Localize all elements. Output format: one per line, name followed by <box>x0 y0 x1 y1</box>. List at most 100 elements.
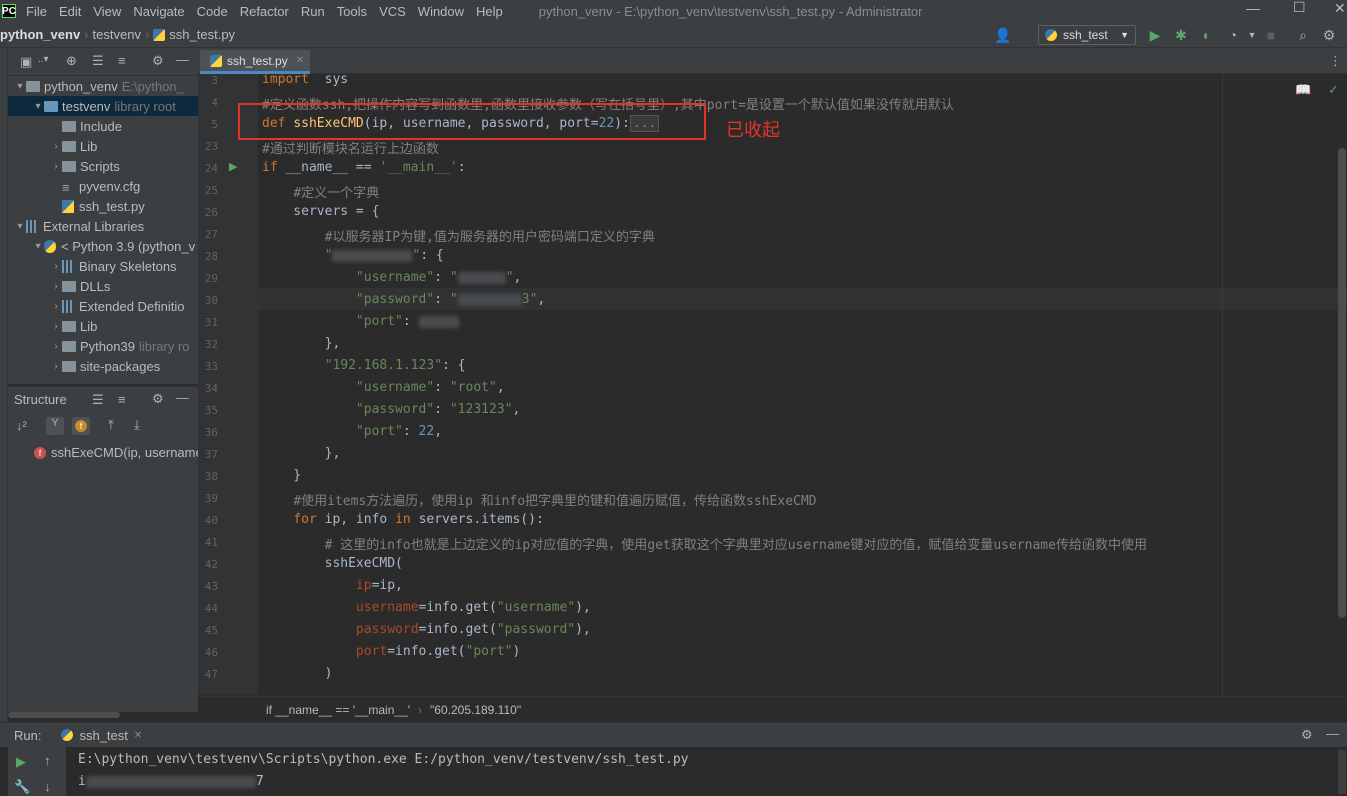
code-line[interactable]: password=info.get("password"), <box>262 622 591 637</box>
chevron-right-icon[interactable]: › <box>50 281 62 292</box>
show-inherited-icon[interactable]: Y <box>46 417 64 435</box>
tree-item[interactable]: ≡ pyvenv.cfg <box>8 176 198 196</box>
code-line[interactable]: }, <box>262 336 341 351</box>
show-fields-icon[interactable]: f <box>72 417 90 435</box>
tree-item[interactable]: ▾ < Python 3.9 (python_v <box>8 236 198 256</box>
tree-item[interactable]: ▾ External Libraries <box>8 216 198 236</box>
run-scrollbar[interactable] <box>1338 750 1346 794</box>
run-icon[interactable]: ▶ <box>1146 26 1164 44</box>
tree-item[interactable]: › Scripts <box>8 156 198 176</box>
code-line[interactable]: sshExeCMD( <box>262 556 403 571</box>
settings-gear-icon[interactable]: ⚙ <box>1320 26 1338 44</box>
code-line[interactable]: "port": <box>262 314 459 329</box>
code-line[interactable]: #通过判断模块名运行上边函数 <box>262 138 439 157</box>
autoscroll-to-source-icon[interactable]: ⤒ <box>108 417 114 433</box>
chevron-right-icon[interactable]: › <box>50 321 62 332</box>
code-line[interactable]: "password": " 3", <box>262 292 545 307</box>
structure-collapse-icon[interactable]: ≡ <box>118 392 126 407</box>
more-tabs-icon[interactable]: ⋮ <box>1329 53 1342 69</box>
menu-item-file[interactable]: File <box>20 4 53 19</box>
code-line[interactable]: } <box>262 468 301 483</box>
menu-item-tools[interactable]: Tools <box>331 4 373 19</box>
menu-item-vcs[interactable]: VCS <box>373 4 412 19</box>
menu-item-run[interactable]: Run <box>295 4 331 19</box>
user-icon[interactable]: 👤 <box>994 26 1012 44</box>
close-run-tab-icon[interactable]: ✕ <box>134 730 142 741</box>
run-gear-icon[interactable]: ⚙ <box>1301 727 1313 743</box>
structure-sort-icon[interactable]: ☰ <box>92 392 104 408</box>
breadcrumb-file[interactable]: ssh_test.py <box>169 27 235 42</box>
tree-item[interactable]: › site-packages <box>8 356 198 376</box>
profile-icon[interactable]: ◔ <box>1224 26 1242 44</box>
code-line[interactable]: #以服务器IP为键,值为服务器的用户密码端口定义的字典 <box>262 226 655 245</box>
debug-icon[interactable]: ✱ <box>1172 26 1190 44</box>
code-breadcrumb-item[interactable]: if __name__ == '__main__' <box>266 703 410 717</box>
code-line[interactable]: "username": "root", <box>262 380 505 395</box>
autoscroll-from-source-icon[interactable]: ⤓ <box>134 417 140 433</box>
structure-item[interactable]: f sshExeCMD(ip, username <box>34 445 203 460</box>
maximize-icon[interactable]: ☐ <box>1293 0 1306 16</box>
scroll-down-icon[interactable]: ↓ <box>44 779 51 794</box>
code-line[interactable]: for ip, info in servers.items(): <box>262 512 543 527</box>
code-line[interactable]: #使用items方法遍历，使用ip 和info把字典里的键和值遍历赋值，传给函数… <box>262 490 816 509</box>
code-line[interactable]: " ": { <box>262 248 444 263</box>
code-line[interactable]: ip=ip, <box>262 578 403 593</box>
tree-item[interactable]: ▾ python_venv E:\python_ <box>8 76 198 96</box>
chevron-down-icon[interactable]: ▾ <box>14 81 26 92</box>
code-line[interactable]: servers = { <box>262 204 379 219</box>
tree-item[interactable]: › Lib <box>8 316 198 336</box>
horizontal-scrollbar[interactable] <box>8 712 120 718</box>
breadcrumb-folder[interactable]: testvenv <box>93 27 141 42</box>
hide-panel-icon[interactable]: — <box>176 52 189 67</box>
code-line[interactable]: import sys <box>262 72 348 87</box>
sort-alpha-icon[interactable]: ↓² <box>16 418 27 433</box>
code-line[interactable]: "192.168.1.123": { <box>262 358 466 373</box>
expand-all-icon[interactable]: ☰ <box>92 53 104 69</box>
structure-hide-icon[interactable]: — <box>176 390 189 405</box>
menu-item-window[interactable]: Window <box>412 4 470 19</box>
run-tab[interactable]: ssh_test <box>79 728 127 743</box>
code-line[interactable]: #定义一个字典 <box>262 182 379 201</box>
code-line[interactable]: username=info.get("username"), <box>262 600 591 615</box>
tree-item[interactable]: ▾ testvenv library root <box>8 96 198 116</box>
code-line[interactable]: port=info.get("port") <box>262 644 520 659</box>
chevron-right-icon[interactable]: › <box>50 161 62 172</box>
code-line[interactable]: ) <box>262 666 333 681</box>
menu-item-refactor[interactable]: Refactor <box>234 4 295 19</box>
more-run-chevron-icon[interactable]: ▼ <box>1243 26 1261 44</box>
tab-ssh-test[interactable]: ssh_test.py ✕ <box>200 50 310 74</box>
menu-item-edit[interactable]: Edit <box>53 4 87 19</box>
minimize-icon[interactable]: — <box>1246 0 1260 16</box>
tree-item[interactable]: › Python39 library ro <box>8 336 198 356</box>
menu-item-navigate[interactable]: Navigate <box>127 4 190 19</box>
code-line[interactable]: "username": " ", <box>262 270 521 285</box>
stop-icon[interactable]: ■ <box>1262 26 1280 44</box>
menu-item-help[interactable]: Help <box>470 4 509 19</box>
chevron-right-icon[interactable]: › <box>50 141 62 152</box>
collapse-all-icon[interactable]: ≡ <box>118 53 126 68</box>
search-icon[interactable]: ⌕ <box>1294 26 1312 44</box>
run-gutter-icon[interactable]: ▶ <box>229 160 237 173</box>
menu-item-code[interactable]: Code <box>191 4 234 19</box>
tree-item[interactable]: ssh_test.py <box>8 196 198 216</box>
chevron-down-icon[interactable]: ▾ <box>32 241 44 252</box>
run-config-select[interactable]: ssh_test ▼ <box>1038 25 1136 45</box>
tree-item[interactable]: › Binary Skeletons <box>8 256 198 276</box>
view-dropdown-icon[interactable]: ..▾ <box>38 54 49 65</box>
tree-item[interactable]: › DLLs <box>8 276 198 296</box>
close-tab-icon[interactable]: ✕ <box>296 55 304 66</box>
reader-mode-icon[interactable]: 📖 <box>1295 82 1311 98</box>
panel-gear-icon[interactable]: ⚙ <box>152 53 164 69</box>
tree-item[interactable]: › Lib <box>8 136 198 156</box>
inspection-ok-icon[interactable]: ✓ <box>1328 82 1339 98</box>
menu-item-view[interactable]: View <box>87 4 127 19</box>
code-line[interactable]: }, <box>262 446 341 461</box>
structure-gear-icon[interactable]: ⚙ <box>152 391 164 407</box>
scroll-up-icon[interactable]: ↑ <box>44 753 51 768</box>
chevron-right-icon[interactable]: › <box>50 261 62 272</box>
close-window-icon[interactable]: ✕ <box>1334 0 1346 17</box>
code-line[interactable]: "port": 22, <box>262 424 442 439</box>
code-breadcrumb-item[interactable]: "60.205.189.110" <box>430 703 521 717</box>
chevron-right-icon[interactable]: › <box>50 341 62 352</box>
chevron-down-icon[interactable]: ▾ <box>32 101 44 112</box>
